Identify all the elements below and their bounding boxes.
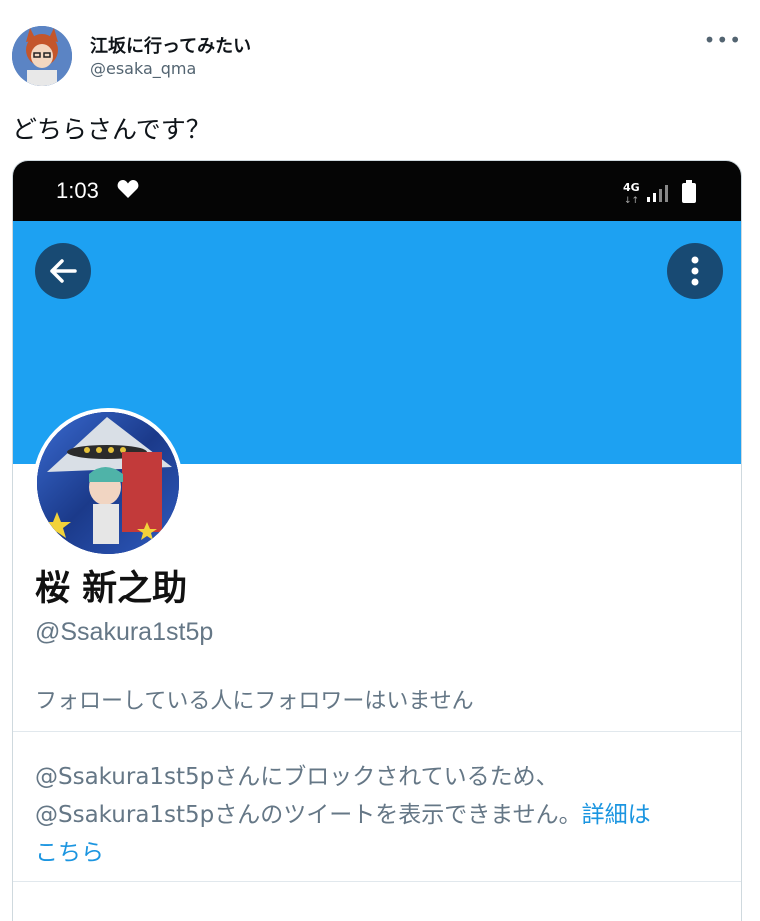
followers-you-know-note: フォローしている人にフォロワーはいません (35, 689, 474, 714)
back-button[interactable] (35, 243, 91, 299)
divider-bottom (13, 881, 741, 882)
more-options-icon[interactable]: ••• (704, 28, 742, 52)
profile-display-name: 桜 新之助 (35, 569, 188, 609)
signal-battery-icons: 4G ↓↑ (623, 179, 703, 209)
tweet-header: 江坂に行ってみたい @esaka_qma ••• (12, 24, 748, 88)
profile-avatar[interactable] (33, 408, 183, 558)
details-link[interactable]: 詳細は (582, 802, 651, 828)
overflow-menu-button[interactable] (667, 243, 723, 299)
heart-icon (117, 179, 139, 203)
details-link-continued[interactable]: こちら (35, 840, 104, 866)
attached-screenshot[interactable]: 1:03 4G ↓↑ 桜 新之助 @Ssakura1st5p フォローしている人… (12, 160, 742, 921)
blocked-line-2: @Ssakura1st5pさんのツイートを表示できません。 (35, 802, 582, 828)
blocked-message: @Ssakura1st5pさんにブロックされているため、 @Ssakura1st… (35, 758, 725, 872)
author-handle[interactable]: @esaka_qma (90, 59, 196, 78)
svg-text:4G: 4G (623, 181, 640, 194)
phone-status-bar: 1:03 4G ↓↑ (13, 161, 741, 221)
blocked-line-1: @Ssakura1st5pさんにブロックされているため、 (35, 764, 559, 790)
profile-screen-name: @Ssakura1st5p (35, 618, 214, 646)
svg-text:↓↑: ↓↑ (624, 196, 639, 205)
author-avatar[interactable] (12, 26, 72, 86)
vertical-dots-icon (691, 256, 699, 286)
arrow-left-icon (50, 259, 77, 283)
tweet-text: どちらさんです？ (12, 115, 211, 144)
status-time: 1:03 (56, 178, 99, 203)
author-name[interactable]: 江坂に行ってみたい (90, 32, 251, 58)
divider (13, 731, 741, 732)
